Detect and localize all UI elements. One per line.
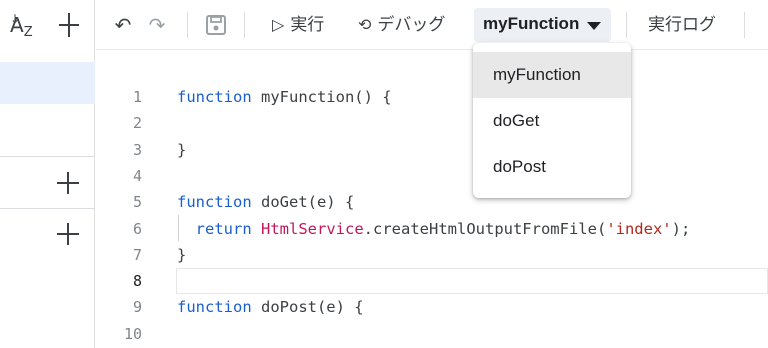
toolbar-divider [244,12,245,38]
toolbar-divider [187,12,188,38]
function-dropdown-menu: myFunction doGet doPost [473,43,631,198]
run-button[interactable]: ▷ 実行 [272,12,324,38]
code-line[interactable]: 1 function myFunction() { [96,84,768,110]
line-number: 3 [132,140,142,159]
code-text: function myFunction() { [177,88,392,106]
sidebar-header: AZ ↓ [0,0,95,50]
debug-icon: ⟲ [358,15,372,34]
sidebar-divider [0,208,95,209]
caret-down-icon [587,22,601,30]
line-number: 10 [123,324,142,343]
code-line[interactable]: 7} [96,242,768,268]
debug-label: デバッグ [377,15,446,34]
line-number: 7 [132,245,142,264]
execution-log-label: 実行ログ [648,15,716,34]
code-text: function doGet(e) { [177,193,355,212]
code-line[interactable]: 9 function doPost(e) { [96,294,768,320]
toolbar-divider [626,12,627,38]
code-line[interactable]: 4 [96,163,768,189]
toolbar-divider [744,12,745,38]
sort-az-icon[interactable]: AZ ↓ [10,10,42,40]
code-text: } [177,245,187,264]
toolbar: ↶ ↷ ▷ 実行 ⟲ デバッグ myFunction 実行ログ [96,0,768,50]
undo-icon[interactable]: ↶ [112,12,134,38]
code-editor[interactable]: 1 function myFunction() { 2 3} 4 5 function do… [96,51,768,348]
run-label: 実行 [290,15,325,34]
save-icon[interactable] [204,12,228,38]
menu-item-doget[interactable]: doGet [473,98,631,144]
line-number: 1 [132,88,142,106]
add-library-button[interactable] [54,169,82,197]
function-select-value: myFunction [483,14,580,33]
line-number: 8 [132,272,142,291]
line-number: 6 [132,219,142,238]
debug-button[interactable]: ⟲ デバッグ [358,12,445,38]
add-service-button[interactable] [54,220,82,248]
code-text: } [177,140,187,159]
code-text: return HtmlService.createHtmlOutputFromF… [195,219,691,238]
play-icon: ▷ [272,15,285,34]
line-number: 9 [132,298,142,317]
code-line[interactable]: 10 [96,321,768,347]
function-select[interactable]: myFunction [474,8,611,42]
menu-item-myfunction[interactable]: myFunction [473,52,631,98]
code-line[interactable]: 3} [96,137,768,163]
sidebar-divider [0,156,95,157]
code-text: function doPost(e) { [177,298,364,317]
code-line[interactable]: 5 function doGet(e) { [96,189,768,215]
execution-log-button[interactable]: 実行ログ [648,12,716,38]
code-line[interactable]: 2 [96,110,768,136]
line-number: 5 [132,193,142,212]
code-line[interactable]: 8 [96,268,768,294]
line-number: 4 [132,166,142,185]
add-file-button[interactable] [56,10,82,40]
left-sidebar: AZ ↓ [0,0,95,348]
redo-icon[interactable]: ↷ [146,12,168,38]
code-line[interactable]: 6 return HtmlService.createHtmlOutputFro… [96,216,768,242]
line-number: 2 [132,114,142,133]
menu-item-dopost[interactable]: doPost [473,144,631,190]
sidebar-item-selected[interactable] [0,62,95,104]
